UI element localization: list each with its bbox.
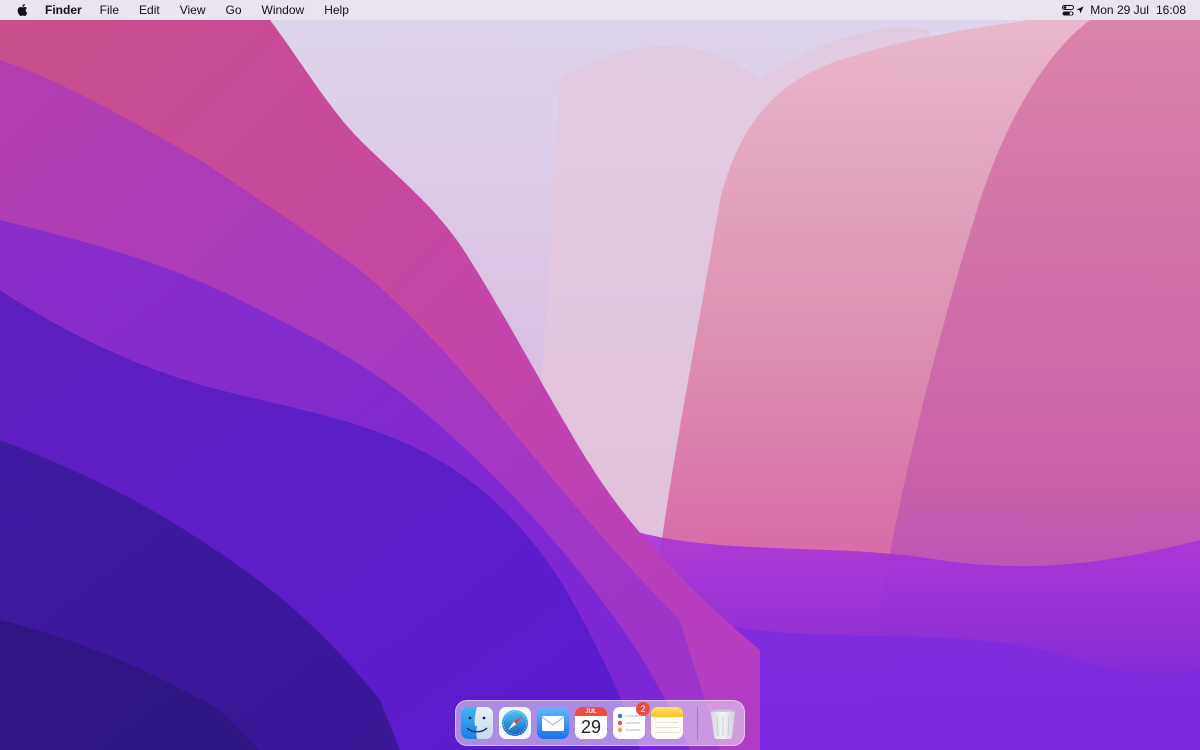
mail-envelope-icon [537, 707, 569, 739]
menu-bar-clock[interactable]: Mon 29 Jul 16:08 [1090, 0, 1186, 20]
dock-item-calendar[interactable]: JUL 29 [574, 706, 608, 740]
control-center-icon[interactable] [1062, 4, 1084, 16]
dock-item-safari[interactable] [498, 706, 532, 740]
safari-compass-icon [499, 707, 531, 739]
desktop: Finder File Edit View Go Window Help Mon… [0, 0, 1200, 750]
calendar-day: 29 [580, 717, 602, 737]
dock: JUL 29 2 [455, 700, 745, 746]
menu-bar-status-area: Mon 29 Jul 16:08 [1062, 0, 1190, 20]
menu-view[interactable]: View [180, 0, 206, 20]
apple-menu-icon[interactable] [0, 0, 44, 20]
clock-time: 16:08 [1155, 3, 1186, 17]
location-arrow-icon [1076, 6, 1084, 14]
dock-item-trash[interactable] [706, 706, 740, 740]
menu-help[interactable]: Help [324, 0, 349, 20]
clock-date: Mon 29 Jul [1090, 3, 1149, 17]
dock-item-mail[interactable] [536, 706, 570, 740]
wallpaper-image [0, 0, 1200, 750]
reminders-badge: 2 [636, 702, 650, 716]
menu-window[interactable]: Window [262, 0, 305, 20]
menu-edit[interactable]: Edit [139, 0, 160, 20]
menu-bar: Finder File Edit View Go Window Help Mon… [0, 0, 1200, 20]
menu-file[interactable]: File [100, 0, 119, 20]
menu-app-finder[interactable]: Finder [45, 0, 82, 20]
finder-icon [461, 707, 493, 739]
trash-icon [711, 709, 735, 739]
dock-item-reminders[interactable]: 2 [612, 702, 650, 740]
menu-go[interactable]: Go [226, 0, 242, 20]
dock-item-notes[interactable] [650, 706, 684, 740]
calendar-month: JUL [585, 709, 597, 715]
dock-item-finder[interactable] [460, 706, 494, 740]
notes-icon [651, 707, 683, 739]
dock-divider [697, 707, 698, 740]
